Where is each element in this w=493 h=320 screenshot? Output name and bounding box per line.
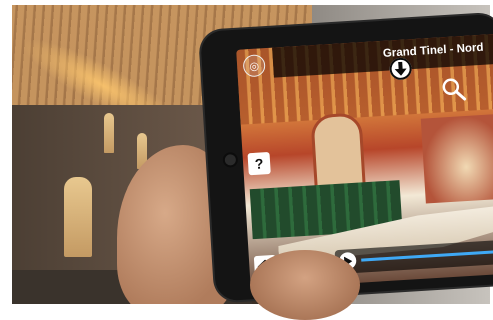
hall-window: [104, 113, 114, 153]
tablet-device: ◎ Grand Tinel - Nord ?: [200, 13, 493, 302]
far-hall: [420, 113, 493, 204]
progress-track[interactable]: [361, 249, 493, 262]
tablet-camera: [222, 151, 239, 168]
hall-door: [64, 177, 92, 257]
thumb-finger: [250, 250, 360, 320]
magnifier-icon[interactable]: [440, 76, 468, 104]
help-button[interactable]: ?: [247, 151, 271, 176]
ar-view[interactable]: ◎ Grand Tinel - Nord ?: [236, 33, 493, 290]
